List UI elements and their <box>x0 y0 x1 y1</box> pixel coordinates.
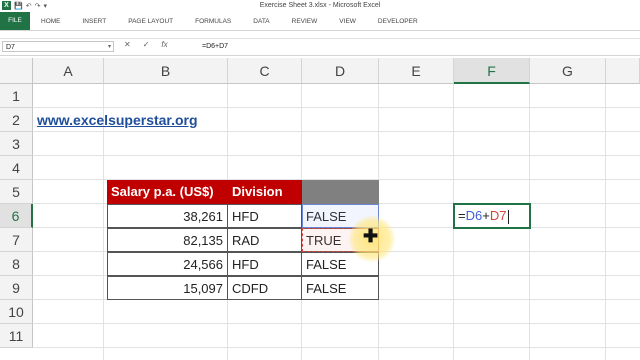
tab-review[interactable]: REVIEW <box>281 18 329 25</box>
row-header-7[interactable]: 7 <box>0 228 33 252</box>
row-header-8[interactable]: 8 <box>0 252 33 276</box>
column-header-next[interactable] <box>606 58 640 84</box>
cell-c7[interactable]: RAD <box>227 228 302 252</box>
cell-b6[interactable]: 38,261 <box>107 204 228 228</box>
cell-d9[interactable]: FALSE <box>301 276 379 300</box>
row-header-11[interactable]: 11 <box>0 324 33 348</box>
column-header-a[interactable]: A <box>33 58 104 84</box>
title-bar: X 💾 ↶ ↷ ▾ Exercise Sheet 3.xlsx - Micros… <box>0 0 640 12</box>
tab-page-layout[interactable]: PAGE LAYOUT <box>117 18 184 25</box>
window-title: Exercise Sheet 3.xlsx - Microsoft Excel <box>259 2 381 9</box>
cancel-icon[interactable]: ✕ <box>124 40 131 49</box>
formula-ref-d7: D7 <box>489 208 507 223</box>
tab-file[interactable]: FILE <box>0 12 30 30</box>
row-header-1[interactable]: 1 <box>0 84 33 108</box>
cell-c6[interactable]: HFD <box>227 204 302 228</box>
cell-c9[interactable]: CDFD <box>227 276 302 300</box>
row-header-4[interactable]: 4 <box>0 156 33 180</box>
tab-formulas[interactable]: FORMULAS <box>184 18 242 25</box>
tab-view[interactable]: VIEW <box>328 18 367 25</box>
row-header-10[interactable]: 10 <box>0 300 33 324</box>
formula-equals: = <box>458 208 466 223</box>
row-header-2[interactable]: 2 <box>0 108 33 132</box>
row-header-6[interactable]: 6 <box>0 204 33 228</box>
cell-b8[interactable]: 24,566 <box>107 252 228 276</box>
cell-b9[interactable]: 15,097 <box>107 276 228 300</box>
cell-c8[interactable]: HFD <box>227 252 302 276</box>
tab-insert[interactable]: INSERT <box>72 18 118 25</box>
column-header-e[interactable]: E <box>379 58 454 84</box>
select-all-button[interactable] <box>0 58 33 84</box>
text-caret <box>508 209 510 224</box>
column-header-c[interactable]: C <box>228 58 302 84</box>
formula-plus: + <box>482 208 490 223</box>
column-header-b[interactable]: B <box>104 58 228 84</box>
tab-data[interactable]: DATA <box>242 18 280 25</box>
formula-ref-d6: D6 <box>465 208 483 223</box>
enter-icon[interactable]: ✓ <box>143 40 150 49</box>
column-header-d[interactable]: D <box>302 58 379 84</box>
cell-b7[interactable]: 82,135 <box>107 228 228 252</box>
ribbon-tabs: FILE HOME INSERT PAGE LAYOUT FORMULAS DA… <box>0 12 640 31</box>
gridline <box>33 347 640 348</box>
gridline <box>605 84 606 360</box>
chevron-down-icon[interactable]: ▾ <box>108 42 111 53</box>
row-header-3[interactable]: 3 <box>0 132 33 156</box>
tab-home[interactable]: HOME <box>30 18 72 25</box>
insert-function-icon[interactable]: fx <box>161 40 167 49</box>
name-box-value: D7 <box>6 44 15 51</box>
gridline <box>33 323 640 324</box>
tab-developer[interactable]: DEVELOPER <box>367 18 429 25</box>
row-header-5[interactable]: 5 <box>0 180 33 204</box>
name-box[interactable]: D7 ▾ <box>2 41 114 52</box>
cell-f6-editing[interactable]: =D6+D7 <box>454 204 530 228</box>
column-header-g[interactable]: G <box>530 58 606 84</box>
worksheet-grid[interactable]: A B C D E F G 1 2 3 4 5 6 7 8 9 10 11 ww… <box>0 58 640 360</box>
cell-d5-header[interactable] <box>302 180 379 204</box>
cell-a2-link[interactable]: www.excelsuperstar.org <box>33 108 273 132</box>
formula-bar: D7 ▾ ✕ ✓ fx =D6+D7 <box>0 38 640 56</box>
gridline <box>33 155 640 156</box>
cursor-cross-icon: ✚ <box>363 226 379 246</box>
cell-c5-header[interactable]: Division <box>228 180 302 204</box>
column-header-f[interactable]: F <box>454 58 530 84</box>
formula-input[interactable]: =D6+D7 <box>202 41 640 52</box>
cell-b5-header[interactable]: Salary p.a. (US$) <box>107 180 228 204</box>
row-header-9[interactable]: 9 <box>0 276 33 300</box>
